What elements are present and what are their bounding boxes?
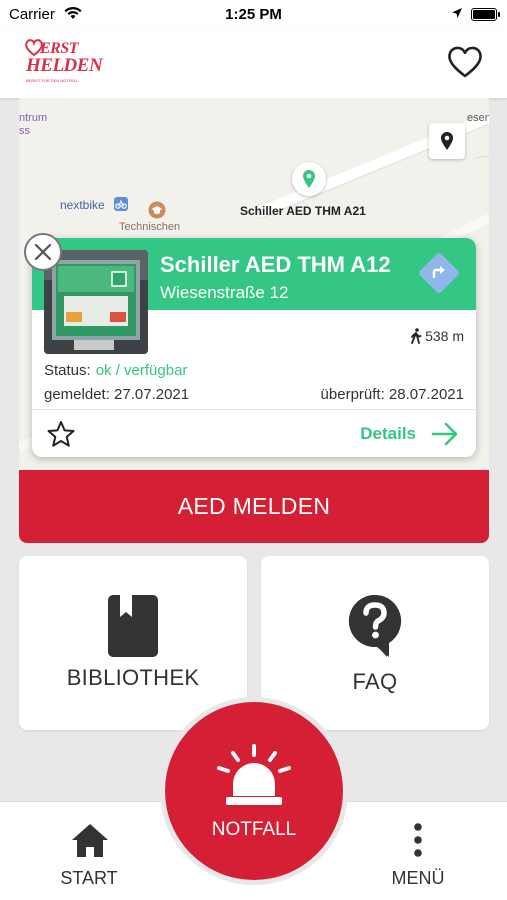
faq-label: FAQ bbox=[352, 669, 398, 694]
tab-start-label: START bbox=[60, 868, 118, 888]
logo-text-main: HELDEN bbox=[26, 55, 103, 76]
map-label-street: esen bbox=[467, 112, 489, 124]
aed-address: Wiesenstraße 12 bbox=[160, 283, 289, 302]
distance-info: 538 m bbox=[410, 328, 464, 344]
close-icon bbox=[34, 243, 52, 261]
emergency-label: NOTFALL bbox=[211, 819, 297, 840]
status-value: ok / verfügbar bbox=[95, 362, 188, 379]
reported-date: gemeldet: 27.07.2021 bbox=[44, 386, 190, 403]
question-bubble-icon bbox=[348, 594, 402, 657]
map-pin-icon bbox=[303, 170, 315, 188]
emergency-button[interactable]: NOTFALL bbox=[165, 702, 343, 880]
map-label-technischen: Technischen bbox=[119, 221, 181, 233]
map-label-zentrum: ntrum bbox=[19, 112, 48, 124]
status-bar: Carrier 1:25 PM bbox=[0, 0, 507, 28]
tab-menu[interactable]: MENÜ bbox=[358, 802, 478, 900]
library-tile[interactable]: BIBLIOTHEK bbox=[19, 556, 247, 730]
walking-icon bbox=[411, 328, 422, 344]
aed-photo bbox=[44, 250, 148, 354]
aed-cabinet-image bbox=[44, 250, 148, 354]
tab-menu-label: MENÜ bbox=[391, 868, 445, 888]
aed-info-card[interactable]: Schiller AED THM A12 Wiesenstraße 12 538… bbox=[32, 238, 476, 457]
map-pin-icon bbox=[441, 132, 453, 150]
bike-icon bbox=[114, 197, 128, 211]
distance-value: 538 m bbox=[425, 328, 464, 344]
faq-tile[interactable]: FAQ bbox=[261, 556, 489, 730]
app-header: ERST HELDEN BEREIT FÜR DEN NOTFALL bbox=[0, 28, 507, 98]
arrow-right-icon[interactable] bbox=[431, 421, 459, 447]
details-link[interactable]: Details bbox=[360, 424, 416, 444]
battery-icon bbox=[471, 8, 500, 21]
map-label-marker-name: Schiller AED THM A21 bbox=[240, 204, 366, 218]
star-outline-icon[interactable] bbox=[46, 420, 76, 448]
map-location-button[interactable] bbox=[429, 123, 465, 159]
report-aed-button[interactable]: AED MELDEN bbox=[19, 470, 489, 543]
card-footer: Details bbox=[32, 409, 476, 457]
map-label-nextbike: nextbike bbox=[60, 198, 105, 212]
heart-outline-icon[interactable] bbox=[447, 45, 483, 79]
logo-tagline: BEREIT FÜR DEN NOTFALL bbox=[26, 78, 79, 83]
status-label: Status: bbox=[44, 362, 91, 379]
location-arrow-icon bbox=[452, 8, 462, 18]
more-vertical-icon bbox=[414, 823, 422, 857]
siren-icon bbox=[217, 744, 291, 805]
map-aed-marker[interactable] bbox=[292, 162, 326, 196]
clock: 1:25 PM bbox=[225, 6, 282, 23]
directions-icon bbox=[432, 266, 445, 278]
university-icon bbox=[148, 201, 166, 219]
library-label: BIBLIOTHEK bbox=[66, 665, 200, 690]
close-card-button[interactable] bbox=[24, 233, 62, 271]
map-label-zentrum-2: ss bbox=[19, 125, 30, 137]
erst-helden-logo: ERST HELDEN BEREIT FÜR DEN NOTFALL bbox=[24, 37, 103, 87]
status-row: Status: ok / verfügbar bbox=[44, 362, 187, 379]
aed-title: Schiller AED THM A12 bbox=[160, 252, 391, 277]
checked-date: überprüft: 28.07.2021 bbox=[320, 386, 464, 403]
tab-start[interactable]: START bbox=[29, 802, 149, 900]
dates-row: gemeldet: 27.07.2021 überprüft: 28.07.20… bbox=[44, 386, 464, 403]
book-icon bbox=[108, 595, 158, 657]
home-icon bbox=[72, 824, 108, 857]
